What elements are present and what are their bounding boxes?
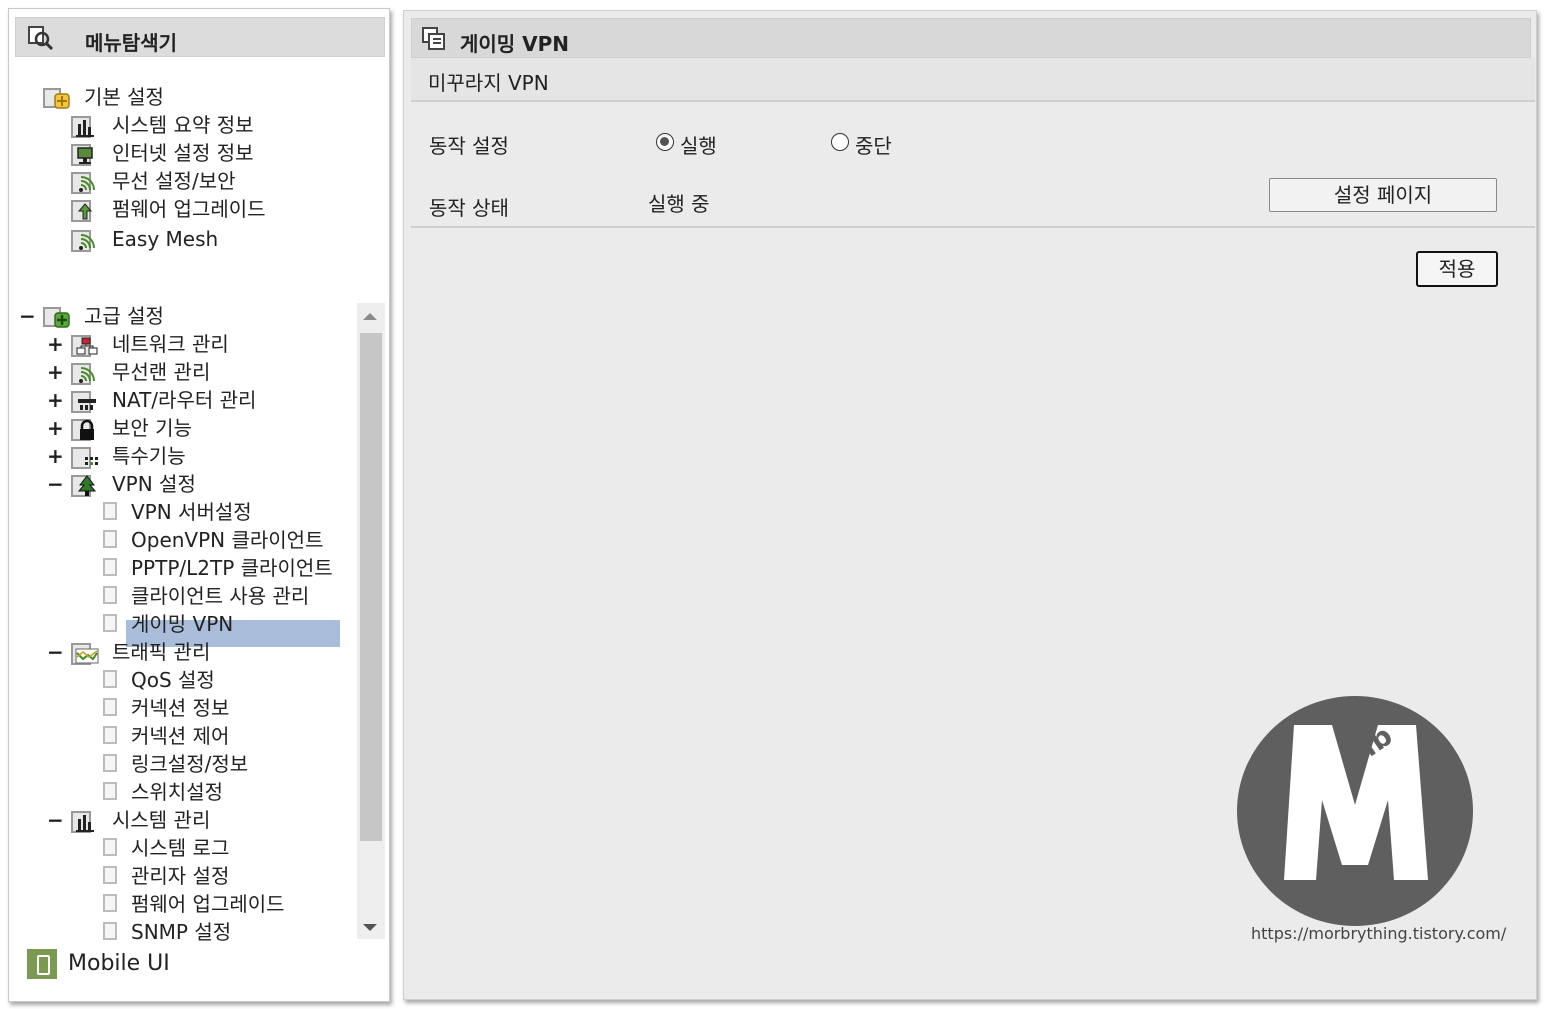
apply-button[interactable]: 적용: [1416, 251, 1498, 287]
collapse-toggle[interactable]: −: [47, 471, 64, 497]
expand-toggle[interactable]: +: [47, 331, 64, 357]
watermark-url: https://morbrything.tistory.com/: [1251, 924, 1507, 943]
tree-group-label: 시스템 관리: [112, 808, 211, 832]
tree-item-label: 무선 설정/보안: [112, 169, 236, 193]
tree-item-label: 스위치설정: [131, 780, 223, 804]
expand-toggle[interactable]: +: [47, 387, 64, 413]
tree-item-label: 클라이언트 사용 관리: [131, 584, 310, 608]
tree-item-label: OpenVPN 클라이언트: [131, 528, 324, 552]
page-icon: [103, 614, 117, 632]
traffic-chart-icon: [71, 643, 99, 665]
operation-status-value: 실행 중: [648, 192, 710, 216]
page-icon: [103, 726, 117, 744]
window-icon: [422, 27, 445, 50]
tree-group-label: 네트워크 관리: [112, 332, 229, 356]
bar-chart-icon: [71, 811, 94, 833]
radio-stop-label: 중단: [855, 134, 892, 158]
vertical-scrollbar[interactable]: [357, 303, 385, 939]
collapse-toggle[interactable]: −: [47, 807, 64, 833]
tree-group-label: 보안 기능: [112, 416, 192, 440]
monitor-icon: [71, 144, 93, 166]
tree-item-label: Easy Mesh: [112, 227, 219, 251]
wireless-icon: [71, 172, 95, 194]
lock-icon: [71, 419, 94, 441]
tree-item-label: QoS 설정: [131, 668, 215, 692]
network-icon: [71, 335, 98, 357]
tree-group-label: 특수기능: [112, 444, 186, 468]
expand-toggle[interactable]: +: [47, 443, 64, 469]
grid-dots-icon: [71, 447, 98, 469]
page-icon: [103, 866, 117, 884]
tree-item-label: 시스템 로그: [131, 836, 230, 860]
page-icon: [103, 782, 117, 800]
tree-item-label: 펌웨어 업그레이드: [112, 197, 266, 221]
tree-item-label: 시스템 요약 정보: [112, 113, 254, 137]
settings-form: 동작 설정 실행 중단 동작 상태 실행 중 설정 페이지: [411, 102, 1535, 228]
scroll-up-arrow-icon[interactable]: [363, 313, 377, 320]
folder-add-icon: [43, 307, 70, 328]
wireless-icon: [71, 230, 95, 252]
menu-explorer-title: 메뉴탐색기: [85, 31, 177, 55]
menu-explorer-header: 메뉴탐색기: [15, 17, 385, 57]
vpn-tree-icon: [71, 475, 97, 497]
scroll-down-arrow-icon[interactable]: [363, 924, 377, 931]
watermark-logo: Mb: [1237, 696, 1473, 926]
page-icon: [103, 754, 117, 772]
page-title: 게이밍 VPN: [460, 32, 570, 56]
section-title: 미꾸라지 VPN: [428, 71, 549, 95]
radio-run-button[interactable]: [656, 133, 674, 151]
page-icon: [103, 922, 117, 940]
collapse-toggle[interactable]: −: [47, 639, 64, 665]
upgrade-arrow-icon: [71, 200, 93, 222]
tree-item-label: 펌웨어 업그레이드: [131, 892, 285, 916]
router-icon: [71, 391, 96, 413]
page-icon: [103, 698, 117, 716]
tree-item-label: 인터넷 설정 정보: [112, 141, 254, 165]
tree-item-label: VPN 서버설정: [131, 500, 252, 524]
page-icon: [103, 586, 117, 604]
tree-item-label: 커넥션 제어: [131, 724, 230, 748]
tree-group-label: VPN 설정: [112, 472, 196, 496]
bar-chart-icon: [71, 116, 94, 138]
radio-stop-button[interactable]: [831, 133, 849, 151]
tree-item-label: PPTP/L2TP 클라이언트: [131, 556, 333, 580]
tree-item-label: SNMP 설정: [131, 920, 232, 943]
operation-status-label: 동작 상태: [429, 196, 509, 220]
tree-group-label: 무선랜 관리: [112, 360, 211, 384]
page-icon: [103, 838, 117, 856]
tree-advanced-label: 고급 설정: [84, 304, 164, 328]
tree-basic-settings-label: 기본 설정: [84, 85, 164, 109]
advanced-tree-scroll-area[interactable]: − 고급 설정 + 네트워크 관리 + 무선랜 관리 + NAT/라우터 관리 …: [9, 303, 389, 943]
tree-item-label: 게이밍 VPN: [131, 612, 234, 636]
page-icon: [103, 894, 117, 912]
tree-group-label: 트래픽 관리: [112, 640, 211, 664]
operation-setting-label: 동작 설정: [429, 134, 509, 158]
magnifier-icon: [28, 26, 54, 50]
mobile-phone-icon: [27, 949, 57, 979]
tree-item-label: 링크설정/정보: [131, 752, 249, 776]
scrollbar-thumb[interactable]: [360, 333, 382, 841]
tree-item-label: 커넥션 정보: [131, 696, 230, 720]
collapse-toggle[interactable]: −: [19, 303, 36, 329]
expand-toggle[interactable]: +: [47, 359, 64, 385]
section-header: 미꾸라지 VPN: [411, 58, 1535, 102]
mobile-ui-label: Mobile UI: [68, 951, 170, 976]
tree-item-label: 관리자 설정: [131, 864, 230, 888]
folder-settings-icon: [43, 88, 70, 109]
page-icon: [103, 502, 117, 520]
radio-run-label: 실행: [680, 134, 717, 158]
wireless-icon: [71, 363, 95, 385]
page-icon: [103, 558, 117, 576]
settings-page-button[interactable]: 설정 페이지: [1269, 178, 1497, 212]
page-icon: [103, 530, 117, 548]
expand-toggle[interactable]: +: [47, 415, 64, 441]
page-icon: [103, 670, 117, 688]
tree-group-label: NAT/라우터 관리: [112, 388, 257, 412]
menu-explorer-panel: 메뉴탐색기 기본 설정 시스템 요약 정보 인터넷 설정 정보 무선 설정/보안…: [8, 8, 390, 1002]
content-header: 게이밍 VPN: [411, 18, 1531, 58]
